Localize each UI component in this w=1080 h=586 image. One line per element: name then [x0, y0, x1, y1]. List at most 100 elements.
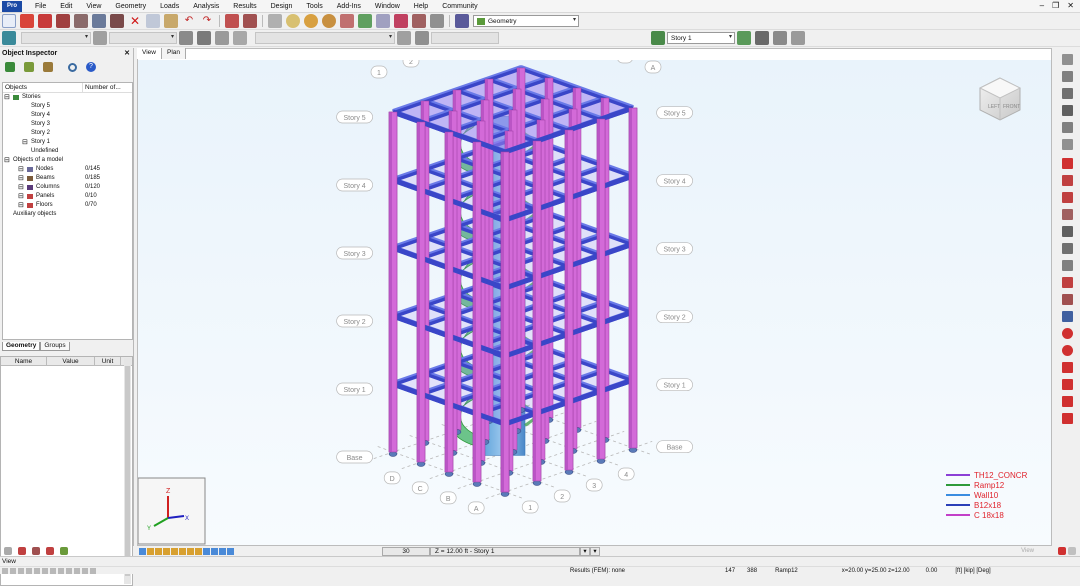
status-tool-icon[interactable] [74, 568, 80, 574]
preferences-icon[interactable] [412, 14, 426, 28]
tree-model-item[interactable]: ⊟ Floors 0/70 [3, 201, 132, 210]
brace-icon[interactable] [1062, 122, 1073, 133]
bar-icon[interactable] [1062, 71, 1073, 82]
zoom-window-icon[interactable] [286, 14, 300, 28]
table-icon[interactable] [1062, 311, 1073, 322]
expand-icon[interactable]: ⊟ [22, 138, 28, 147]
layout-selector-icon[interactable] [455, 14, 469, 28]
cylinder-icon[interactable] [1062, 396, 1073, 407]
view-tool-icon[interactable] [179, 547, 186, 555]
prop-value-header[interactable]: Value [47, 357, 95, 365]
view-tool-icon[interactable] [147, 547, 154, 555]
rotate-icon[interactable] [376, 14, 390, 28]
view-tool-icon[interactable] [195, 547, 202, 555]
menu-results[interactable]: Results [226, 0, 263, 13]
support-icon[interactable] [1062, 175, 1073, 186]
calc-icon[interactable] [1068, 547, 1076, 555]
status-tool-icon[interactable] [58, 568, 64, 574]
tree-view-icon[interactable] [5, 62, 15, 72]
menu-window[interactable]: Window [368, 0, 407, 13]
zoom-in-icon[interactable] [304, 14, 318, 28]
expand-icon[interactable]: ⊟ [18, 201, 24, 210]
select-icon[interactable] [93, 31, 107, 45]
expand-icon[interactable]: ⊟ [18, 174, 24, 183]
polygon-icon[interactable] [1062, 379, 1073, 390]
level-dropdown-icon[interactable]: ▾ [580, 546, 590, 556]
story-combo[interactable]: Story 1 ▾ [667, 32, 735, 44]
tab-view[interactable]: View [137, 48, 162, 59]
redo-icon[interactable]: ↷ [200, 14, 214, 28]
save-icon[interactable] [38, 14, 52, 28]
member-type-icon[interactable] [1062, 277, 1073, 288]
steel-section-icon[interactable] [1062, 158, 1073, 169]
undo-icon[interactable]: ↶ [182, 14, 196, 28]
copy-icon[interactable] [146, 14, 160, 28]
truss-icon[interactable] [1062, 243, 1073, 254]
tab-geometry[interactable]: Geometry [2, 342, 41, 351]
status-tool-icon[interactable] [42, 568, 48, 574]
layouts-icon[interactable] [243, 14, 257, 28]
paste-icon[interactable] [164, 14, 178, 28]
calc-note-icon[interactable] [110, 14, 124, 28]
col-number-header[interactable]: Number of... [83, 83, 121, 92]
tables-icon[interactable] [225, 14, 239, 28]
tab-groups[interactable]: Groups [40, 342, 70, 351]
display-icon[interactable] [4, 547, 12, 555]
story-all-icon[interactable] [773, 31, 787, 45]
release-icon[interactable] [1062, 192, 1073, 203]
section-icon[interactable] [397, 31, 411, 45]
expand-icon[interactable]: ⊟ [4, 93, 10, 102]
menu-view[interactable]: View [79, 0, 108, 13]
view-cube[interactable]: LEFT FRONT [978, 77, 1022, 121]
status-tool-icon[interactable] [10, 568, 16, 574]
beam-icon[interactable] [1062, 105, 1073, 116]
level-up-icon[interactable]: ▾ [590, 546, 600, 556]
status-tool-icon[interactable] [2, 568, 8, 574]
expand-icon[interactable]: ⊟ [4, 156, 10, 165]
lock-icon[interactable] [268, 14, 282, 28]
view-tool-icon[interactable] [171, 547, 178, 555]
minimize-icon[interactable]: – [1040, 1, 1044, 10]
filter-icon[interactable] [179, 31, 193, 45]
lock-section-icon[interactable] [415, 31, 429, 45]
col-objects-header[interactable]: Objects [3, 83, 83, 92]
arc-icon[interactable] [1062, 328, 1073, 339]
tree-story-item[interactable]: Story 2 [3, 129, 132, 138]
table-icon[interactable] [32, 547, 40, 555]
node-icon[interactable] [1062, 54, 1073, 65]
tree-model-item[interactable]: ⊟ Columns 0/120 [3, 183, 132, 192]
tree-story-item[interactable]: ⊟ Story 1 [3, 138, 132, 147]
tree-undefined[interactable]: Undefined [3, 147, 132, 156]
tree-story-item[interactable]: Story 4 [3, 111, 132, 120]
view-tool-icon[interactable] [227, 547, 234, 555]
tree-auxiliary[interactable]: Auxiliary objects [3, 210, 132, 219]
status-tool-icon[interactable] [90, 568, 96, 574]
display-icon[interactable] [394, 14, 408, 28]
filter-icon[interactable] [24, 62, 34, 72]
prop-name-header[interactable]: Name [1, 357, 47, 365]
menu-add-ins[interactable]: Add-Ins [330, 0, 368, 13]
tab-plan[interactable]: Plan [161, 48, 186, 59]
circle-icon[interactable] [1062, 345, 1073, 356]
story-table-icon[interactable] [791, 31, 805, 45]
selection-icon[interactable] [43, 62, 53, 72]
model-canvas[interactable]: Story 1 Story 1 Story 2 Story 2 Story 3 Story… [138, 60, 1051, 545]
status-tool-icon[interactable] [82, 568, 88, 574]
expand-icon[interactable]: ⊟ [18, 192, 24, 201]
view-tool-icon[interactable] [187, 547, 194, 555]
menu-file[interactable]: File [28, 0, 53, 13]
section-combo[interactable] [431, 32, 499, 44]
close-icon[interactable]: ✕ [1067, 1, 1074, 10]
new-file-icon[interactable] [2, 14, 16, 28]
camera-icon[interactable] [197, 31, 211, 45]
cable-icon[interactable] [1062, 226, 1073, 237]
prop-unit-header[interactable]: Unit [95, 357, 121, 365]
pan-icon[interactable] [340, 14, 354, 28]
story-icon[interactable] [651, 31, 665, 45]
print-preview-icon[interactable] [74, 14, 88, 28]
menu-analysis[interactable]: Analysis [186, 0, 226, 13]
display-filter-icon[interactable] [233, 31, 247, 45]
tree-story-item[interactable]: Story 3 [3, 120, 132, 129]
tree-objects-model[interactable]: ⊟ Objects of a model [3, 156, 132, 165]
close-icon[interactable]: ✕ [124, 48, 133, 59]
